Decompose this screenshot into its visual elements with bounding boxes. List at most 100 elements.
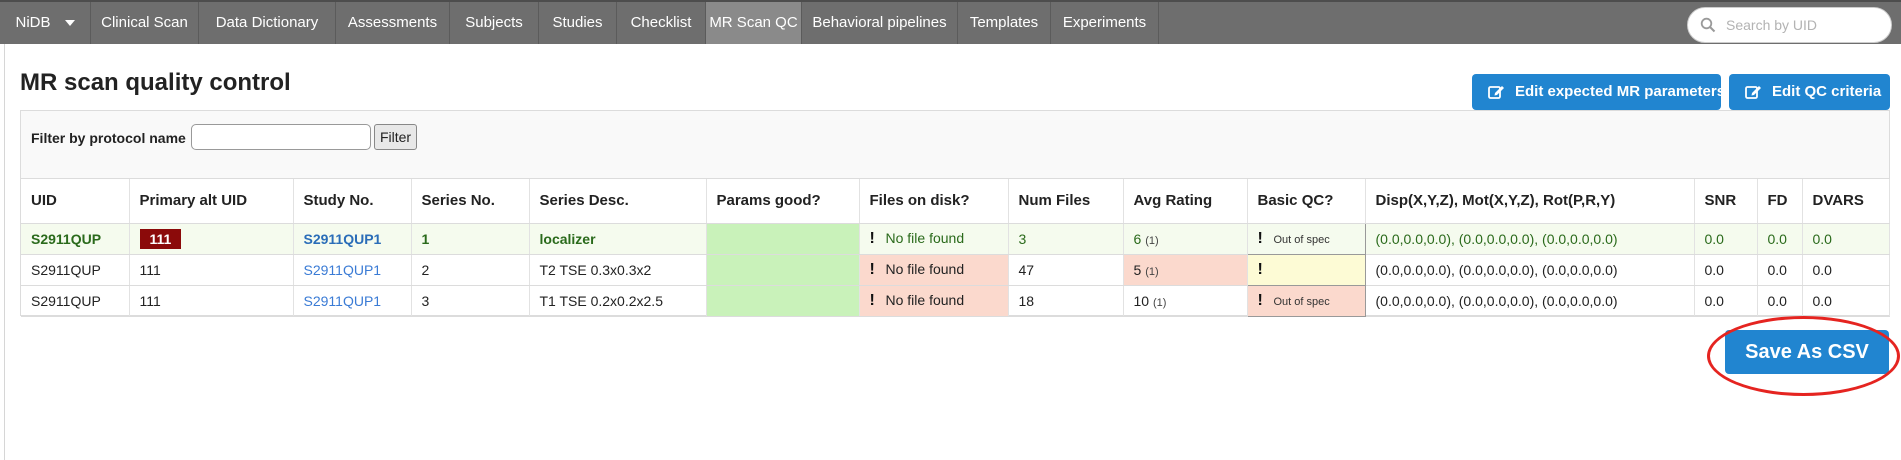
header-params-good[interactable]: Params good? <box>706 179 860 224</box>
cell-basic-qc[interactable]: ! <box>1246 253 1366 286</box>
cell-params-good <box>706 254 860 286</box>
qc-status: Out of spec <box>1273 233 1330 246</box>
cell-motion: (0.0,0.0,0.0), (0.0,0.0,0.0), (0.0,0.0,0… <box>1365 223 1695 255</box>
cell-avg-rating[interactable]: 6 (1) <box>1123 223 1248 255</box>
nav-subjects[interactable]: Subjects <box>450 2 539 44</box>
qc-table: UID Primary alt UID Study No. Series No.… <box>21 179 1890 317</box>
nav-studies[interactable]: Studies <box>539 2 617 44</box>
search-icon <box>1700 17 1716 33</box>
nav-data-dictionary[interactable]: Data Dictionary <box>199 2 336 44</box>
qc-table-wrap: UID Primary alt UID Study No. Series No.… <box>21 179 1890 317</box>
cell-alt-uid: 111 <box>129 285 294 317</box>
header-basic-qc[interactable]: Basic QC? <box>1247 179 1366 224</box>
cell-snr: 0.0 <box>1694 223 1758 255</box>
warning-icon: ! <box>1257 229 1263 247</box>
filter-bar: Filter by protocol name Filter <box>21 111 1889 179</box>
header-avg-rating[interactable]: Avg Rating <box>1123 179 1248 224</box>
cell-files-on-disk: ! No file found <box>859 223 1009 255</box>
warning-icon: ! <box>869 260 875 278</box>
rating-value: 5 <box>1133 261 1142 278</box>
table-row[interactable]: S2911QUP 111 S2911QUP1 3 T1 TSE 0.2x0.2x… <box>21 284 1890 317</box>
filter-label: Filter by protocol name <box>31 130 186 146</box>
qc-status: Out of spec <box>1273 295 1330 308</box>
cell-series-no: 2 <box>411 254 530 286</box>
cell-files-on-disk: ! No file found <box>859 254 1009 286</box>
edit-expected-mr-parameters-label: Edit expected MR parameters <box>1515 83 1726 100</box>
header-num-files[interactable]: Num Files <box>1008 179 1124 224</box>
cell-snr: 0.0 <box>1694 254 1758 286</box>
cell-avg-rating[interactable]: 10 (1) <box>1123 285 1248 317</box>
cell-fd: 0.0 <box>1757 223 1803 255</box>
nav-clinical-scan[interactable]: Clinical Scan <box>91 2 199 44</box>
cell-num-files: 18 <box>1008 285 1124 317</box>
header-uid[interactable]: UID <box>21 179 130 224</box>
cell-dvars: 0.0 <box>1802 254 1890 286</box>
nav-checklist[interactable]: Checklist <box>617 2 706 44</box>
header-dvars[interactable]: DVARS <box>1802 179 1890 224</box>
edit-qc-criteria-label: Edit QC criteria <box>1772 83 1882 100</box>
nav-assessments[interactable]: Assessments <box>336 2 450 44</box>
alt-uid-badge: 111 <box>139 228 182 249</box>
nav-behavioral-pipelines[interactable]: Behavioral pipelines <box>802 2 958 44</box>
qc-panel: Filter by protocol name Filter UID Prima… <box>20 110 1890 317</box>
warning-icon: ! <box>1257 260 1263 278</box>
rating-count: (1) <box>1145 234 1159 247</box>
cell-params-good <box>706 285 860 317</box>
search-box[interactable] <box>1687 7 1892 43</box>
cell-basic-qc[interactable]: ! Out of spec <box>1246 284 1366 317</box>
top-navbar: NiDB Clinical Scan Data Dictionary Asses… <box>0 0 1901 44</box>
study-link[interactable]: S2911QUP1 <box>304 262 382 278</box>
cell-series-no: 3 <box>411 285 530 317</box>
rating-count: (1) <box>1145 265 1159 278</box>
files-status: No file found <box>885 291 965 308</box>
header-series-desc[interactable]: Series Desc. <box>529 179 707 224</box>
filter-button[interactable]: Filter <box>374 124 417 150</box>
edit-icon <box>1745 86 1761 99</box>
nav-brand-label: NiDB <box>15 14 51 31</box>
nav-experiments[interactable]: Experiments <box>1051 2 1159 44</box>
nav-mr-scan-qc[interactable]: MR Scan QC <box>706 2 802 44</box>
save-as-csv-button[interactable]: Save As CSV <box>1725 330 1889 374</box>
cell-uid: S2911QUP <box>21 285 130 317</box>
protocol-filter-input[interactable] <box>191 124 371 150</box>
table-row[interactable]: S2911QUP 111 S2911QUP1 2 T2 TSE 0.3x0.3x… <box>21 253 1890 286</box>
header-snr[interactable]: SNR <box>1694 179 1758 224</box>
page-title: MR scan quality control <box>20 69 291 96</box>
cell-avg-rating[interactable]: 5 (1) <box>1123 254 1248 286</box>
cell-alt-uid: 111 <box>129 254 294 286</box>
search-input[interactable] <box>1726 14 1884 36</box>
cell-study: S2911QUP1 <box>293 223 412 255</box>
study-link[interactable]: S2911QUP1 <box>304 293 382 309</box>
header-fd[interactable]: FD <box>1757 179 1803 224</box>
nav-brand-menu[interactable]: NiDB <box>0 2 91 44</box>
rating-count: (1) <box>1152 296 1167 309</box>
study-link[interactable]: S2911QUP1 <box>304 231 382 247</box>
cell-study: S2911QUP1 <box>293 254 412 286</box>
files-status: No file found <box>885 229 965 246</box>
header-series-no[interactable]: Series No. <box>411 179 530 224</box>
header-primary-alt-uid[interactable]: Primary alt UID <box>129 179 294 224</box>
table-row[interactable]: S2911QUP 111 S2911QUP1 1 localizer ! No f… <box>21 222 1890 255</box>
edit-expected-mr-parameters-button[interactable]: Edit expected MR parameters <box>1472 74 1725 110</box>
rating-value: 10 <box>1133 292 1150 309</box>
header-motion[interactable]: Disp(X,Y,Z), Mot(X,Y,Z), Rot(P,R,Y) <box>1365 179 1695 224</box>
cell-series-desc: T1 TSE 0.2x0.2x2.5 <box>529 285 707 317</box>
cell-uid: S2911QUP <box>21 223 130 255</box>
cell-basic-qc[interactable]: ! Out of spec <box>1246 222 1366 255</box>
edit-icon <box>1488 86 1504 99</box>
edit-qc-criteria-button[interactable]: Edit QC criteria <box>1729 74 1890 110</box>
cell-dvars: 0.0 <box>1802 285 1890 317</box>
cell-params-good <box>706 223 860 255</box>
table-header-row: UID Primary alt UID Study No. Series No.… <box>21 179 1890 224</box>
header-study-no[interactable]: Study No. <box>293 179 412 224</box>
cell-series-desc: T2 TSE 0.3x0.3x2 <box>529 254 707 286</box>
cell-snr: 0.0 <box>1694 285 1758 317</box>
warning-icon: ! <box>869 229 875 247</box>
files-status: No file found <box>885 260 965 277</box>
cell-num-files: 3 <box>1008 223 1124 255</box>
cell-alt-uid: 111 <box>129 223 294 255</box>
cell-study: S2911QUP1 <box>293 285 412 317</box>
nav-templates[interactable]: Templates <box>958 2 1051 44</box>
cell-fd: 0.0 <box>1757 254 1803 286</box>
header-files-on-disk[interactable]: Files on disk? <box>859 179 1009 224</box>
